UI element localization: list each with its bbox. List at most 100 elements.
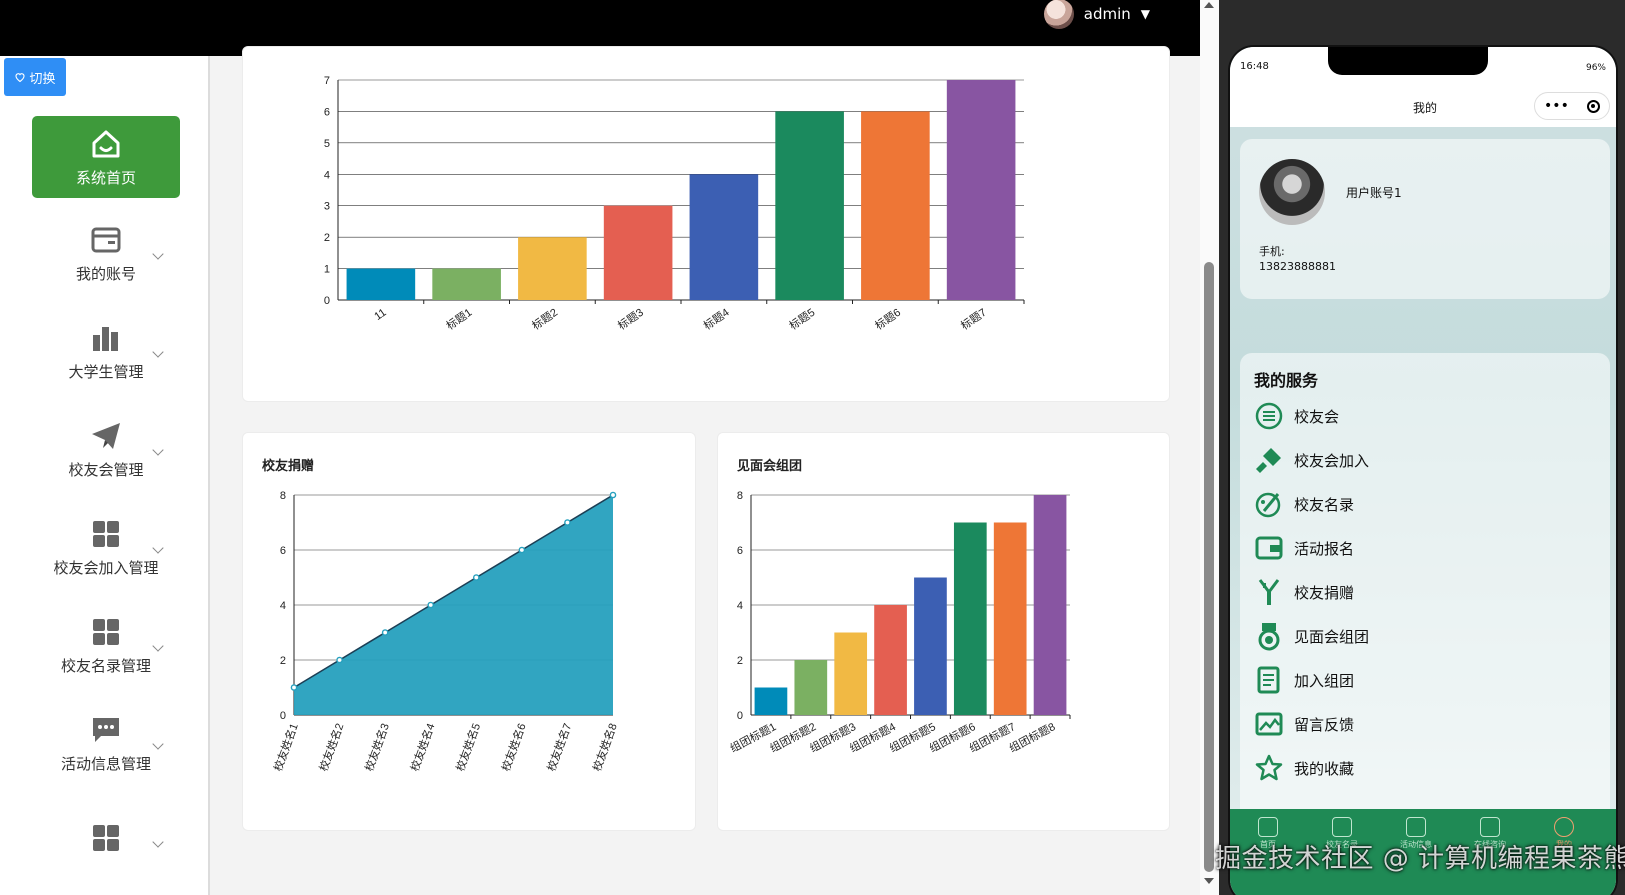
sidebar-item-home[interactable]: 系统首页	[32, 116, 180, 198]
x-tick-label: 标题3	[615, 305, 646, 333]
scrollbar[interactable]	[1200, 0, 1219, 895]
x-tick-label: 校友姓名6	[498, 721, 528, 773]
service-label: 加入组团	[1294, 671, 1355, 690]
caret-down-icon: ▼	[1140, 7, 1150, 21]
chat-icon	[1480, 817, 1500, 837]
mini-program-nav: 我的 •••	[1230, 87, 1616, 127]
y-tick-label: 6	[280, 545, 286, 557]
sidebar-item-students[interactable]: 大学生管理	[32, 310, 180, 392]
bar	[689, 174, 759, 300]
profile-card: 用户账号1 手机: 13823888881	[1240, 139, 1610, 299]
grid-icon	[1332, 817, 1352, 837]
chevron-down-icon	[152, 738, 164, 750]
data-point	[472, 574, 480, 581]
bar	[993, 522, 1027, 715]
status-time: 16:48	[1240, 61, 1269, 72]
sidebar-item-label: 系统首页	[75, 168, 136, 187]
service-item[interactable]: 校友名录	[1254, 488, 1354, 520]
grid-icon	[93, 618, 119, 645]
home-icon	[1258, 817, 1278, 837]
x-tick-label: 校友姓名1	[271, 721, 301, 773]
bar-chart-icon	[93, 326, 118, 351]
chevron-down-icon	[152, 248, 164, 260]
data-point	[381, 629, 389, 636]
service-item[interactable]: 校友会	[1254, 400, 1339, 432]
y-tick-label: 0	[737, 710, 743, 722]
sidebar-item-alumni-association[interactable]: 校友会管理	[32, 408, 180, 490]
capsule-menu[interactable]: •••	[1534, 92, 1610, 120]
sidebar-item-more[interactable]	[32, 800, 180, 882]
scroll-thumb[interactable]	[1204, 262, 1214, 872]
more-icon[interactable]: •••	[1544, 98, 1569, 114]
phone-label: 手机:	[1259, 245, 1285, 258]
chevron-down-icon	[152, 836, 164, 848]
wallet-icon	[1255, 536, 1283, 560]
switch-button[interactable]: 切换	[4, 58, 66, 96]
service-item[interactable]: 校友会加入	[1254, 444, 1369, 476]
y-tick-label: 8	[737, 490, 743, 502]
x-tick-label: 标题5	[786, 305, 817, 333]
y-tick-label: 2	[280, 655, 286, 667]
sidebar-item-label: 校友会管理	[68, 460, 144, 479]
scroll-up-icon[interactable]	[1204, 2, 1214, 8]
data-point	[564, 519, 571, 526]
y-tick-label: 3	[324, 201, 330, 213]
area-chart: 0 2 4 6 8 校友姓名1 校友姓名2 校友姓名3 校友姓名4 校友姓名5 校友姓名6 校友姓名7…	[271, 490, 620, 773]
service-item[interactable]: 校友捐赠	[1254, 576, 1354, 608]
bar	[946, 80, 1016, 300]
x-tick-label: 校友姓名4	[407, 721, 437, 773]
service-label: 校友捐赠	[1294, 583, 1355, 602]
x-tick-label: 标题7	[958, 305, 989, 333]
x-tick-label: 标题1	[443, 305, 474, 333]
home-icon	[92, 130, 120, 157]
bar	[874, 605, 907, 715]
service-label: 校友会	[1294, 407, 1340, 426]
service-item[interactable]: 活动报名	[1254, 532, 1354, 564]
x-tick-label: 校友姓名5	[453, 721, 483, 773]
x-tick-label: 11	[372, 307, 388, 323]
star-icon	[1255, 754, 1283, 781]
user-avatar	[1043, 0, 1074, 29]
service-label: 校友名录	[1294, 495, 1355, 514]
message-icon	[93, 717, 119, 742]
sidebar: 系统首页 我的账号 大学生管理 校友会管理 校友会加入管理 校友名录管理 活动信…	[0, 56, 210, 895]
bar	[914, 577, 947, 715]
data-point	[518, 546, 526, 554]
data-point	[336, 656, 343, 664]
service-label: 活动报名	[1294, 539, 1355, 558]
y-tick-label: 6	[737, 545, 743, 557]
service-item[interactable]: 留言反馈	[1254, 708, 1354, 740]
bar	[603, 205, 673, 300]
service-label: 我的收藏	[1294, 759, 1355, 778]
y-tick-label: 4	[324, 169, 330, 181]
username: admin	[1083, 5, 1131, 23]
sidebar-item-activities[interactable]: 活动信息管理	[32, 702, 180, 784]
document-icon	[1406, 817, 1426, 837]
x-tick-label: 组团标题8	[1007, 719, 1058, 755]
chevron-down-icon	[152, 444, 164, 456]
service-item[interactable]: 见面会组团	[1254, 620, 1369, 652]
y-tick-label: 5	[324, 138, 330, 150]
sidebar-item-my-account[interactable]: 我的账号	[32, 212, 180, 294]
service-label: 校友会加入	[1294, 451, 1370, 470]
phone-preview: 16:48 96% 我的 ••• 用户账号1 手机: 13823888881 我…	[1228, 45, 1618, 895]
y-tick-label: 6	[324, 106, 330, 118]
service-item[interactable]: 我的收藏	[1254, 752, 1354, 784]
fork-icon	[1258, 579, 1280, 605]
sidebar-item-join-management[interactable]: 校友会加入管理	[32, 506, 180, 588]
avatar[interactable]	[1259, 159, 1325, 225]
bar	[1033, 495, 1067, 715]
y-tick-label: 1	[324, 264, 330, 276]
bar	[432, 268, 501, 300]
wallet-icon	[91, 227, 121, 252]
chevron-down-icon	[152, 346, 164, 358]
notch	[1328, 47, 1488, 75]
scroll-down-icon[interactable]	[1204, 878, 1214, 884]
user-menu[interactable]: admin ▼	[1043, 0, 1150, 29]
close-target-icon[interactable]	[1586, 99, 1600, 113]
chart-card-group: 见面会组团 0 2 4 6 8 组团标题1 组团标题2 组团标题3 组团标题4 组团标题5 组团标题…	[717, 432, 1170, 831]
bar	[775, 111, 844, 300]
service-item[interactable]: 加入组团	[1254, 664, 1354, 696]
sidebar-item-directory[interactable]: 校友名录管理	[32, 604, 180, 686]
sidebar-item-label: 大学生管理	[68, 362, 144, 381]
